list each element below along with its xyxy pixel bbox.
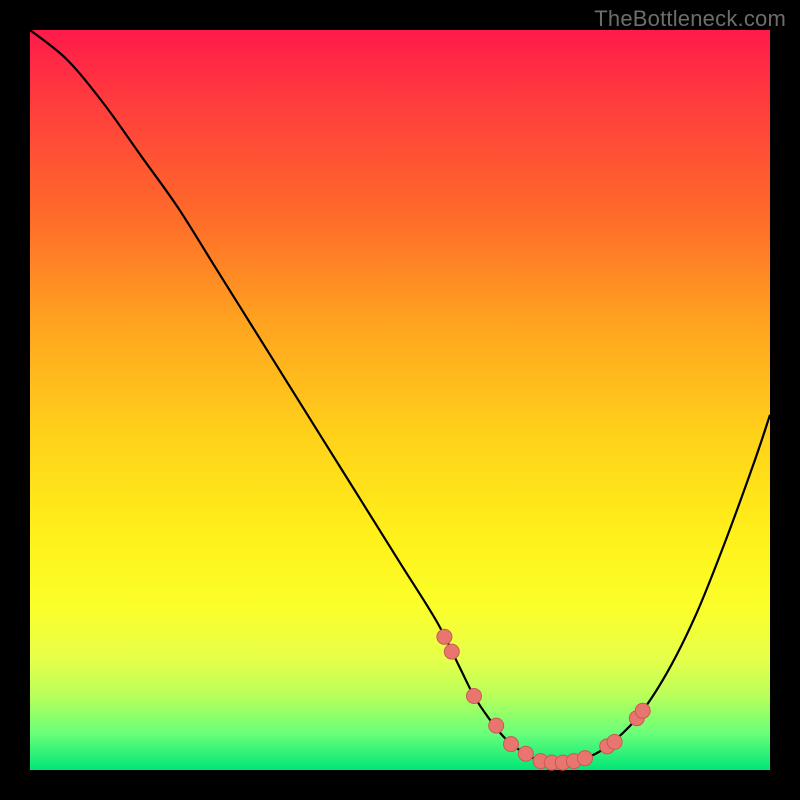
marker-dot — [518, 746, 533, 761]
chart-frame: TheBottleneck.com — [0, 0, 800, 800]
marker-dot — [607, 734, 622, 749]
marker-dot — [489, 718, 504, 733]
curve-svg — [30, 30, 770, 770]
bottleneck-curve — [30, 30, 770, 763]
plot-area — [30, 30, 770, 770]
marker-dot — [444, 644, 459, 659]
marker-dot — [437, 629, 452, 644]
marker-dot — [635, 703, 650, 718]
marker-dot — [578, 751, 593, 766]
highlight-points — [437, 629, 650, 770]
marker-dot — [504, 737, 519, 752]
watermark-text: TheBottleneck.com — [594, 6, 786, 32]
marker-dot — [467, 689, 482, 704]
